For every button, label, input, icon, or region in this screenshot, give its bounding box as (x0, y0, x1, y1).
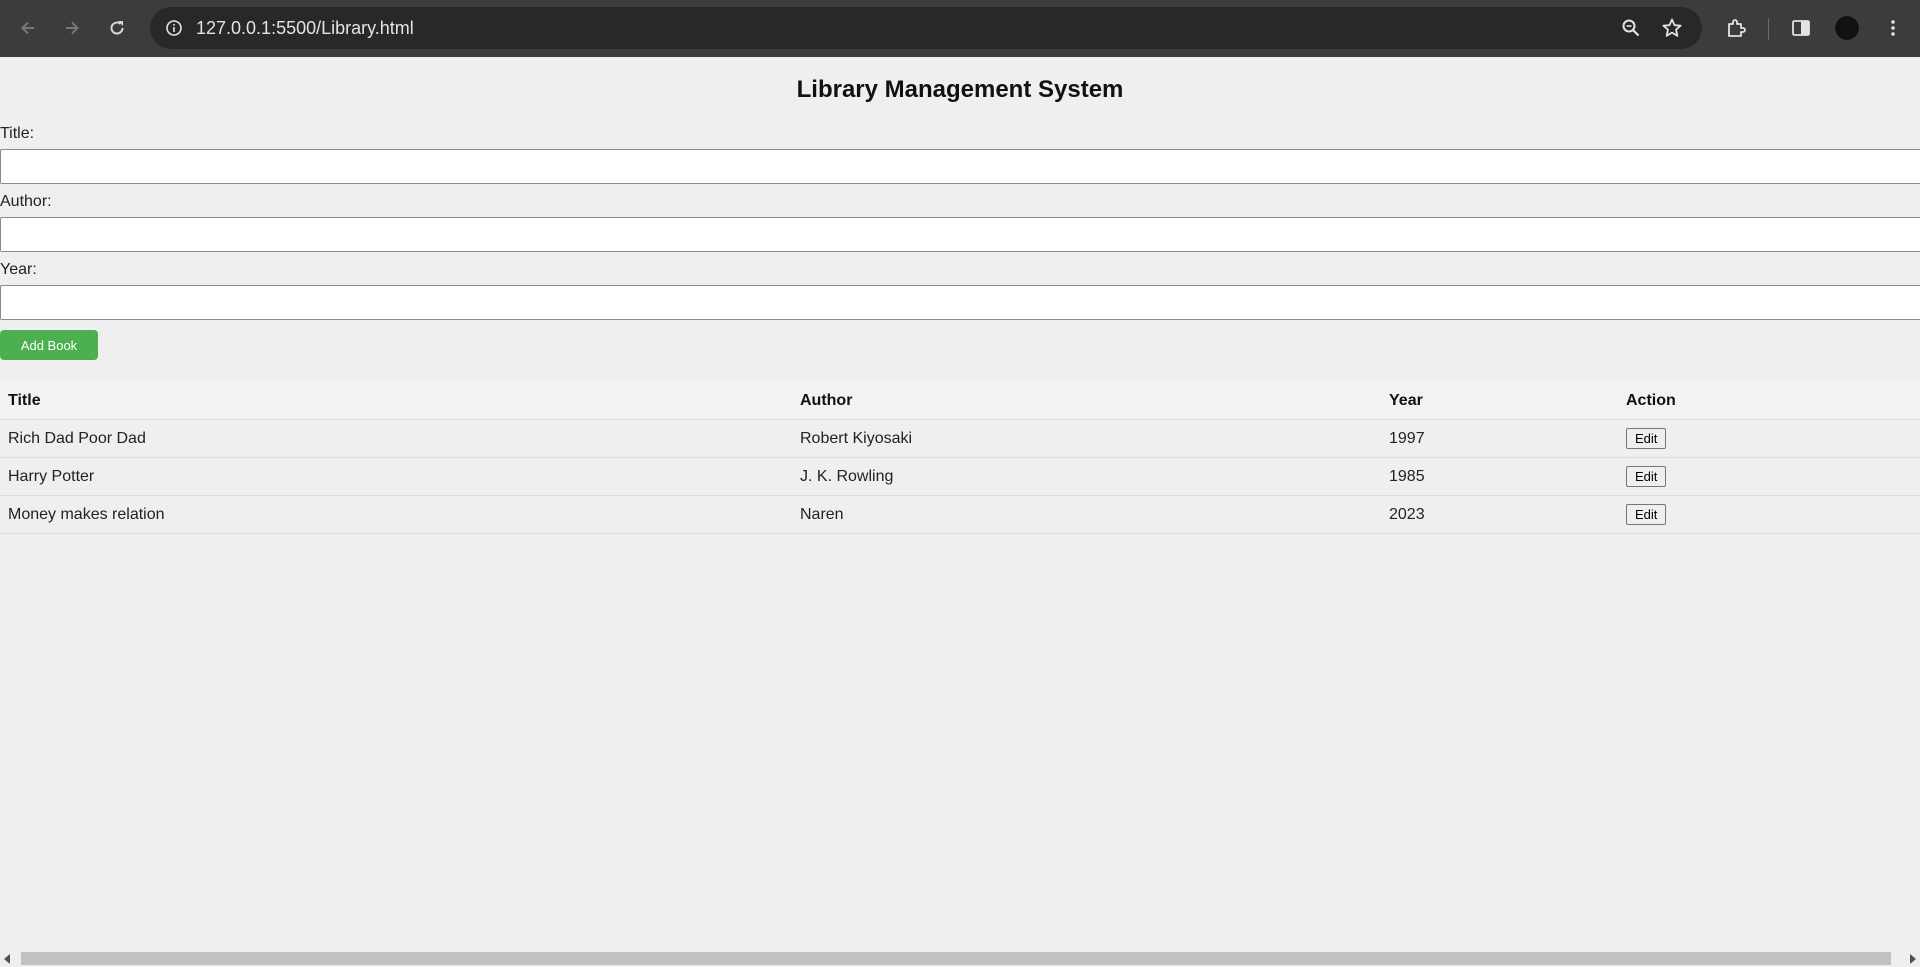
url-text[interactable]: 127.0.0.1:5500/Library.html (196, 18, 414, 39)
header-action: Action (1618, 382, 1920, 420)
zoom-icon[interactable] (1619, 16, 1643, 40)
title-input[interactable] (0, 149, 1920, 184)
edit-button[interactable]: Edit (1626, 428, 1667, 449)
cell-year: 2023 (1381, 495, 1618, 534)
header-year: Year (1381, 382, 1618, 420)
edit-button[interactable]: Edit (1626, 466, 1667, 487)
table-row: Money makes relation Naren 2023 Edit (0, 495, 1920, 534)
cell-year: 1997 (1381, 419, 1618, 458)
scroll-left-icon[interactable] (4, 954, 10, 964)
profile-avatar[interactable] (1834, 15, 1860, 41)
author-label: Author: (0, 193, 52, 210)
table-header-row: Title Author Year Action (0, 382, 1920, 420)
back-icon[interactable] (14, 14, 42, 42)
side-panel-icon[interactable] (1787, 14, 1815, 42)
year-label: Year: (0, 261, 37, 278)
page-content: Library Management System Title: Author:… (0, 57, 1920, 950)
cell-author: Robert Kiyosaki (792, 419, 1381, 458)
cell-title: Money makes relation (0, 495, 792, 534)
menu-icon[interactable] (1879, 14, 1907, 42)
toolbar-divider (1768, 18, 1769, 40)
add-book-button[interactable]: Add Book (0, 330, 98, 360)
browser-toolbar: 127.0.0.1:5500/Library.html (0, 0, 1920, 57)
cell-action: Edit (1618, 457, 1920, 496)
author-input[interactable] (0, 217, 1920, 252)
header-author: Author (792, 382, 1381, 420)
edit-button[interactable]: Edit (1626, 504, 1667, 525)
site-info-icon[interactable] (162, 16, 186, 40)
cell-author: Naren (792, 495, 1381, 534)
extensions-icon[interactable] (1722, 14, 1750, 42)
bookmark-star-icon[interactable] (1660, 16, 1684, 40)
books-table: Title Author Year Action Rich Dad Poor D… (0, 382, 1920, 534)
cell-year: 1985 (1381, 457, 1618, 496)
forward-icon[interactable] (58, 14, 86, 42)
table-row: Harry Potter J. K. Rowling 1985 Edit (0, 457, 1920, 496)
table-row: Rich Dad Poor Dad Robert Kiyosaki 1997 E… (0, 419, 1920, 458)
address-bar[interactable]: 127.0.0.1:5500/Library.html (150, 7, 1702, 49)
year-input[interactable] (0, 285, 1920, 320)
cell-author: J. K. Rowling (792, 457, 1381, 496)
header-title: Title (0, 382, 792, 420)
reload-icon[interactable] (103, 14, 131, 42)
cell-title: Rich Dad Poor Dad (0, 419, 792, 458)
scroll-right-icon[interactable] (1910, 954, 1916, 964)
page-title: Library Management System (796, 76, 1124, 103)
cell-title: Harry Potter (0, 457, 792, 496)
scrollbar-thumb[interactable] (21, 952, 1891, 965)
horizontal-scrollbar[interactable] (0, 950, 1920, 967)
title-label: Title: (0, 125, 35, 142)
cell-action: Edit (1618, 419, 1920, 458)
cell-action: Edit (1618, 495, 1920, 534)
